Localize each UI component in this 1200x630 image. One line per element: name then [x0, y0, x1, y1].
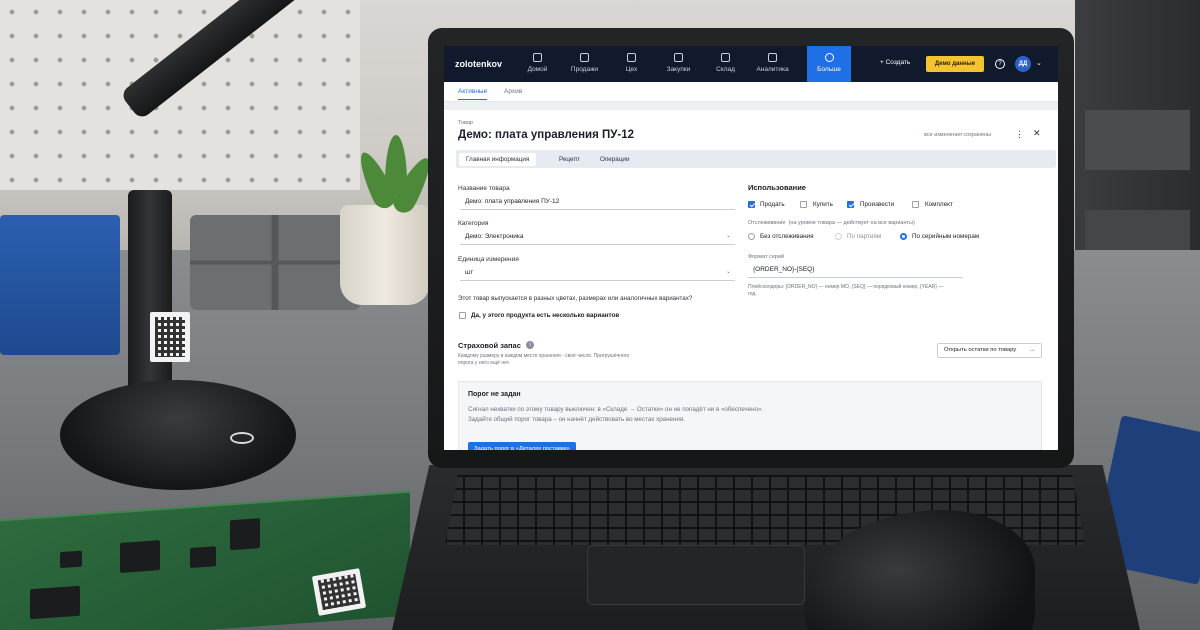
sell-checkbox[interactable]	[748, 201, 755, 208]
unit-select[interactable]: шт ⌄	[460, 265, 735, 281]
chevron-down-icon[interactable]: ⌄	[1036, 59, 1042, 67]
variants-checkbox[interactable]	[459, 312, 466, 319]
placeholders-hint: Плейсхолдеры: {ORDER_NO} — номер МО, {SE…	[748, 284, 944, 297]
product-panel: Товар Демо: плата управления ПУ-12 все и…	[444, 102, 1058, 450]
brand-logo[interactable]: zolotenkov	[455, 59, 502, 69]
main-nav: Домой Продажи Цех Закупки Склад Аналитик…	[514, 46, 851, 82]
variants-question: Этот товар выпускается в разных цветах, …	[458, 295, 693, 302]
category-select[interactable]: Демо: Электроника ⌄	[460, 229, 735, 245]
track-serial-radio[interactable]	[900, 233, 907, 240]
tab-recipe[interactable]: Рецепт	[552, 153, 587, 166]
entity-kind: Товар	[458, 120, 473, 126]
nav-item-shop[interactable]: Цех	[608, 46, 655, 82]
product-sheet: Товар Демо: плата управления ПУ-12 все и…	[444, 110, 1058, 450]
home-icon	[533, 53, 542, 62]
serial-format-input[interactable]: {ORDER_NO}-{SEQ}	[748, 262, 963, 278]
nav-item-home[interactable]: Домой	[514, 46, 561, 82]
track-batch-label: По партиям	[847, 233, 882, 240]
qr-label-icon	[150, 312, 190, 362]
safety-stock-title: Страховой запас	[458, 341, 521, 350]
arrow-right-icon: →	[1029, 347, 1035, 353]
tab-main-info[interactable]: Главная информация	[459, 153, 537, 166]
safety-stock-hint: Каждому размеру в каждом месте хранения …	[458, 353, 630, 366]
nav-item-sales[interactable]: Продажи	[561, 46, 608, 82]
info-icon[interactable]: i	[526, 341, 534, 349]
app-screen: zolotenkov Домой Продажи Цех Закупки Скл…	[444, 46, 1058, 450]
form-tabs: Главная информация Рецепт Операции	[456, 150, 1056, 168]
track-serial-label: По серийным номерам	[912, 233, 980, 240]
list-tabs: Активные Архив	[444, 82, 1058, 102]
set-threshold-button[interactable]: Задать порог в «Деталях поставки»	[468, 442, 576, 450]
touchpad	[587, 545, 805, 605]
nav-item-analytics[interactable]: Аналитика	[749, 46, 796, 82]
cart-icon	[580, 53, 589, 62]
purchase-icon	[674, 53, 683, 62]
page-title: Демо: плата управления ПУ-12	[458, 129, 635, 141]
produce-checkbox[interactable]	[847, 201, 854, 208]
track-batch-radio[interactable]	[835, 233, 842, 240]
kebab-menu-icon[interactable]: ⋮	[1015, 129, 1024, 140]
name-input[interactable]: Демо: плата управления ПУ-12	[460, 194, 735, 210]
lamp-base	[60, 380, 296, 490]
close-icon[interactable]: ✕	[1033, 128, 1041, 139]
tab-archive[interactable]: Архив	[504, 88, 522, 95]
category-label: Категория	[458, 220, 489, 227]
buy-label: Купить	[813, 201, 833, 208]
nav-item-more[interactable]: Больше	[807, 46, 851, 82]
nav-item-warehouse[interactable]: Склад	[702, 46, 749, 82]
name-label: Название товара	[458, 185, 510, 192]
plant-pot	[340, 205, 430, 305]
tab-active[interactable]: Активные	[458, 88, 488, 100]
lamp-power-button	[230, 432, 254, 444]
tracking-label: Отслеживание (на уровне товара — действу…	[748, 220, 915, 226]
warning-title: Порог не задан	[468, 391, 521, 398]
chevron-down-icon: ⌄	[725, 269, 731, 275]
more-circle-icon	[824, 53, 834, 62]
kit-label: Комплект	[925, 201, 953, 208]
threshold-warning: Порог не задан Сигнал нехватки по этому …	[458, 381, 1042, 450]
chevron-down-icon: ⌄	[725, 233, 731, 239]
factory-icon	[627, 53, 636, 62]
warning-text: Сигнал нехватки по этому товару выключен…	[468, 406, 764, 423]
demo-data-button[interactable]: Демо данные	[926, 56, 984, 72]
open-stock-button[interactable]: Открыть остатки по товару →	[937, 343, 1042, 358]
top-bar: zolotenkov Домой Продажи Цех Закупки Скл…	[444, 46, 1058, 82]
tab-operations[interactable]: Операции	[593, 153, 636, 166]
help-icon[interactable]: ?	[995, 59, 1005, 69]
produce-label: Произвести	[860, 201, 895, 208]
qr-sticker-icon	[311, 568, 367, 616]
sell-label: Продать	[760, 201, 785, 208]
avatar[interactable]: ДД	[1015, 56, 1031, 72]
warehouse-icon	[721, 53, 730, 62]
track-none-label: Без отслеживания	[760, 233, 814, 240]
kit-checkbox[interactable]	[912, 201, 919, 208]
buy-checkbox[interactable]	[800, 201, 807, 208]
blue-parts-bin	[0, 215, 120, 355]
unit-label: Единица измерения	[458, 256, 519, 263]
pegboard	[0, 0, 360, 190]
variants-checkbox-label: Да, у этого продукта есть несколько вари…	[471, 312, 620, 319]
serial-format-label: Формат серий	[748, 254, 785, 260]
save-status: все изменения сохранены	[924, 132, 992, 138]
create-button[interactable]: + Создать	[880, 59, 910, 66]
chart-icon	[768, 53, 777, 62]
parts-tray	[190, 215, 360, 310]
nav-item-purchases[interactable]: Закупки	[655, 46, 702, 82]
track-none-radio[interactable]	[748, 233, 755, 240]
usage-title: Использование	[748, 183, 806, 192]
